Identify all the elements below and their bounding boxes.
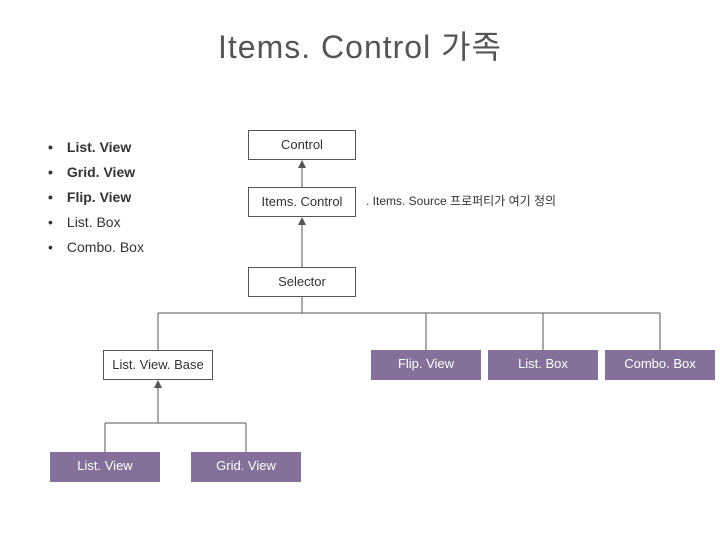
node-flipview: Flip. View (371, 350, 481, 380)
bullet-item: List. View (48, 135, 144, 160)
bullet-item: Flip. View (48, 185, 144, 210)
node-listview: List. View (50, 452, 160, 482)
node-selector: Selector (248, 267, 356, 297)
bullet-list: List. View Grid. View Flip. View List. B… (48, 135, 144, 260)
bullet-item: Grid. View (48, 160, 144, 185)
page-title: Items. Control 가족 (0, 22, 720, 68)
node-listviewbase: List. View. Base (103, 350, 213, 380)
node-gridview: Grid. View (191, 452, 301, 482)
node-combobox: Combo. Box (605, 350, 715, 380)
bullet-item: List. Box (48, 210, 144, 235)
node-itemscontrol: Items. Control (248, 187, 356, 217)
node-listbox: List. Box (488, 350, 598, 380)
bullet-item: Combo. Box (48, 235, 144, 260)
node-control: Control (248, 130, 356, 160)
annotation-text: . Items. Source 프로퍼티가 여기 정의 (366, 192, 556, 209)
